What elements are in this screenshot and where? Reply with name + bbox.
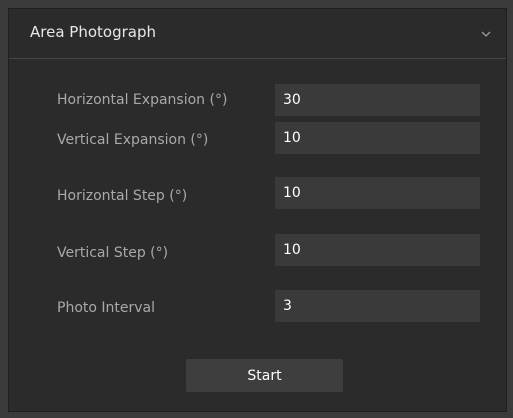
chevron-down-icon[interactable] — [480, 28, 492, 40]
vertical-expansion-input[interactable] — [275, 122, 480, 154]
vertical-step-label: Vertical Step (°) — [57, 245, 169, 261]
horizontal-step-input[interactable] — [275, 177, 480, 209]
horizontal-expansion-input[interactable] — [275, 84, 480, 116]
start-button[interactable]: Start — [186, 359, 343, 392]
panel-body: Area Photograph Horizontal Expansion (°)… — [8, 8, 507, 412]
panel-header[interactable]: Area Photograph — [9, 9, 506, 59]
horizontal-step-label: Horizontal Step (°) — [57, 188, 188, 204]
panel-title: Area Photograph — [30, 23, 156, 41]
vertical-expansion-label: Vertical Expansion (°) — [57, 132, 209, 148]
vertical-step-input[interactable] — [275, 234, 480, 266]
horizontal-expansion-label: Horizontal Expansion (°) — [57, 92, 228, 108]
photo-interval-label: Photo Interval — [57, 300, 155, 316]
area-photograph-panel: Area Photograph Horizontal Expansion (°)… — [0, 0, 513, 418]
photo-interval-input[interactable] — [275, 290, 480, 322]
